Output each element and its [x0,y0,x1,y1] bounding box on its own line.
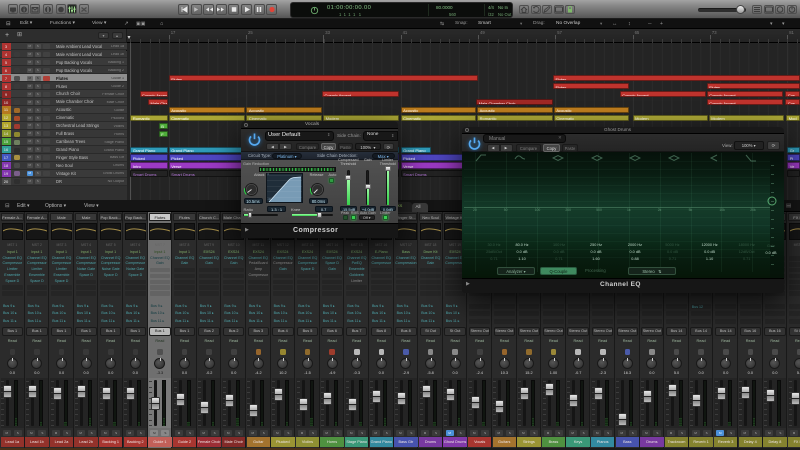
svg-text:i: i [23,7,24,13]
